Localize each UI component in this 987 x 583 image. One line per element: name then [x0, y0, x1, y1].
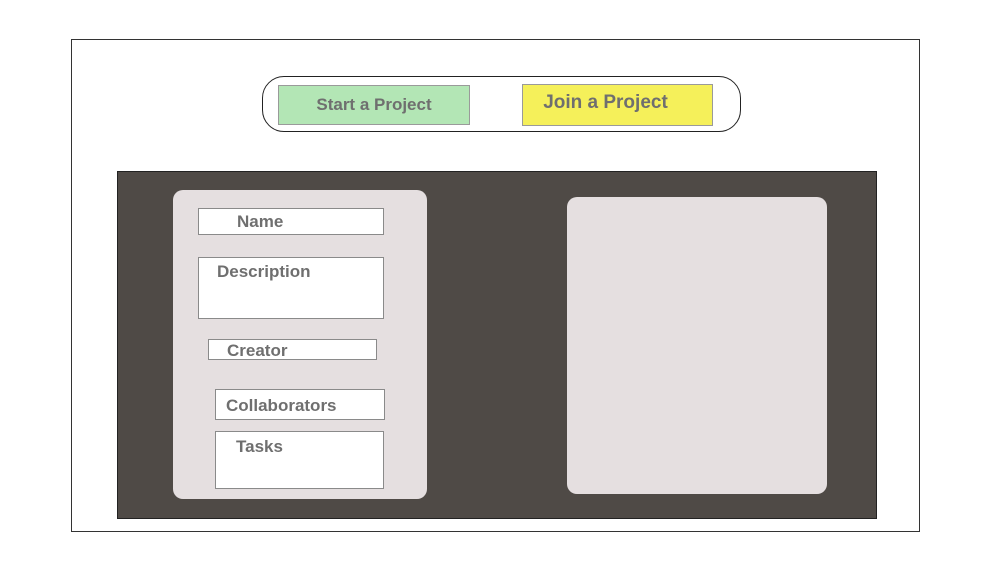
join-project-button[interactable]: Join a Project: [522, 84, 713, 126]
start-project-button[interactable]: Start a Project: [278, 85, 470, 125]
tasks-field[interactable]: Tasks: [215, 431, 384, 489]
collaborators-field[interactable]: Collaborators: [215, 389, 385, 420]
name-field[interactable]: Name: [198, 208, 384, 235]
creator-field[interactable]: Creator: [208, 339, 377, 360]
description-field[interactable]: Description: [198, 257, 384, 319]
project-preview-card: [567, 197, 827, 494]
